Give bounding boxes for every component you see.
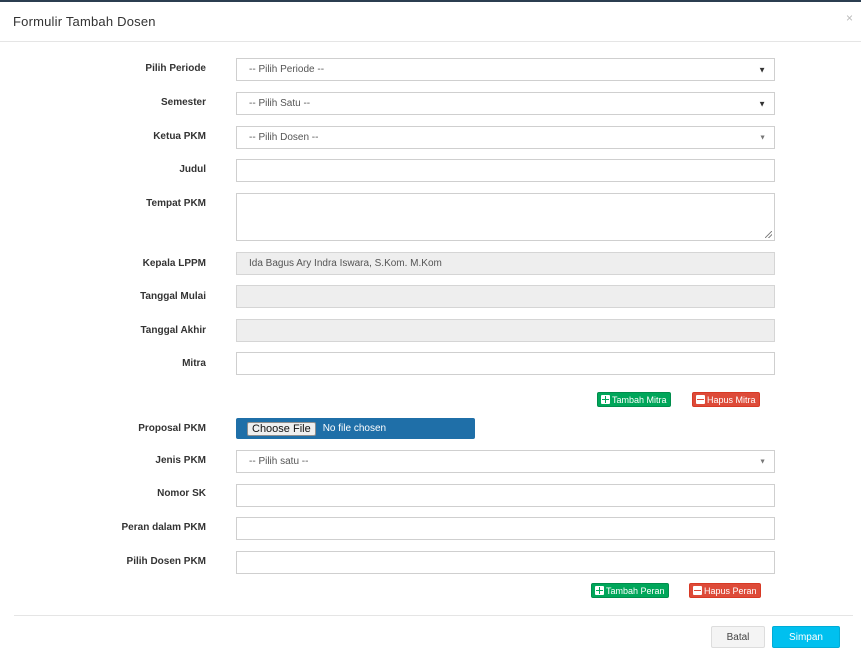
plus-square-icon — [601, 395, 610, 404]
caret-down-icon: ▼ — [758, 65, 766, 74]
proposal-file-input[interactable]: Choose File No file chosen — [236, 418, 475, 439]
tanggal-akhir-input[interactable] — [236, 319, 775, 342]
tambah-peran-button[interactable]: Tambah Peran — [591, 583, 669, 598]
batal-button[interactable]: Batal — [711, 626, 765, 648]
judul-input[interactable] — [236, 159, 775, 182]
jenis-select[interactable]: -- Pilih satu -- ▼ — [236, 450, 775, 473]
choose-file-button[interactable]: Choose File — [247, 421, 316, 436]
ketua-select[interactable]: -- Pilih Dosen -- ▼ — [236, 126, 775, 149]
caret-down-icon: ▼ — [758, 99, 766, 108]
nomor-sk-input[interactable] — [236, 484, 775, 507]
caret-down-icon: ▼ — [759, 134, 766, 141]
resize-grip-icon[interactable] — [765, 231, 772, 238]
footer-divider — [14, 615, 853, 616]
minus-square-icon — [696, 395, 705, 404]
peran-input[interactable] — [236, 517, 775, 540]
hapus-mitra-label: Hapus Mitra — [707, 394, 756, 405]
tempat-label: Tempat PKM — [146, 198, 206, 209]
mitra-input[interactable] — [236, 352, 775, 375]
hapus-mitra-button[interactable]: Hapus Mitra — [692, 392, 760, 407]
tempat-textarea[interactable] — [236, 193, 775, 241]
caret-down-icon: ▼ — [759, 458, 766, 465]
kepala-input-value: Ida Bagus Ary Indra Iswara, S.Kom. M.Kom — [249, 258, 442, 269]
mitra-label: Mitra — [182, 358, 206, 369]
plus-square-icon — [595, 586, 604, 595]
simpan-button[interactable]: Simpan — [772, 626, 840, 648]
ketua-select-value: -- Pilih Dosen -- — [249, 132, 319, 143]
peran-label: Peran dalam PKM — [121, 522, 206, 533]
hapus-peran-button[interactable]: Hapus Peran — [689, 583, 761, 598]
proposal-label: Proposal PKM — [138, 423, 206, 434]
dosen-pkm-label: Pilih Dosen PKM — [126, 556, 206, 567]
semester-select-value: -- Pilih Satu -- — [249, 98, 311, 109]
hapus-peran-label: Hapus Peran — [704, 585, 757, 596]
judul-label: Judul — [179, 164, 206, 175]
modal-title: Formulir Tambah Dosen — [13, 14, 156, 29]
periode-select[interactable]: -- Pilih Periode -- ▼ — [236, 58, 775, 81]
tanggal-akhir-label: Tanggal Akhir — [140, 325, 206, 336]
periode-label: Pilih Periode — [145, 63, 206, 74]
semester-select[interactable]: -- Pilih Satu -- ▼ — [236, 92, 775, 115]
kepala-input: Ida Bagus Ary Indra Iswara, S.Kom. M.Kom — [236, 252, 775, 275]
tanggal-mulai-input[interactable] — [236, 285, 775, 308]
tambah-mitra-button[interactable]: Tambah Mitra — [597, 392, 671, 407]
tanggal-mulai-label: Tanggal Mulai — [140, 291, 206, 302]
file-status: No file chosen — [322, 423, 387, 434]
dosen-pkm-input[interactable] — [236, 551, 775, 574]
minus-square-icon — [693, 586, 702, 595]
jenis-select-value: -- Pilih satu -- — [249, 456, 309, 467]
kepala-label: Kepala LPPM — [142, 258, 206, 269]
modal-header: Formulir Tambah Dosen × — [0, 2, 861, 42]
jenis-label: Jenis PKM — [155, 455, 206, 466]
tambah-mitra-label: Tambah Mitra — [612, 394, 667, 405]
tambah-peran-label: Tambah Peran — [606, 585, 665, 596]
periode-select-value: -- Pilih Periode -- — [249, 64, 325, 75]
semester-label: Semester — [160, 97, 206, 108]
close-icon[interactable]: × — [846, 11, 853, 25]
ketua-label: Ketua PKM — [153, 131, 206, 142]
nomor-sk-label: Nomor SK — [157, 488, 206, 499]
